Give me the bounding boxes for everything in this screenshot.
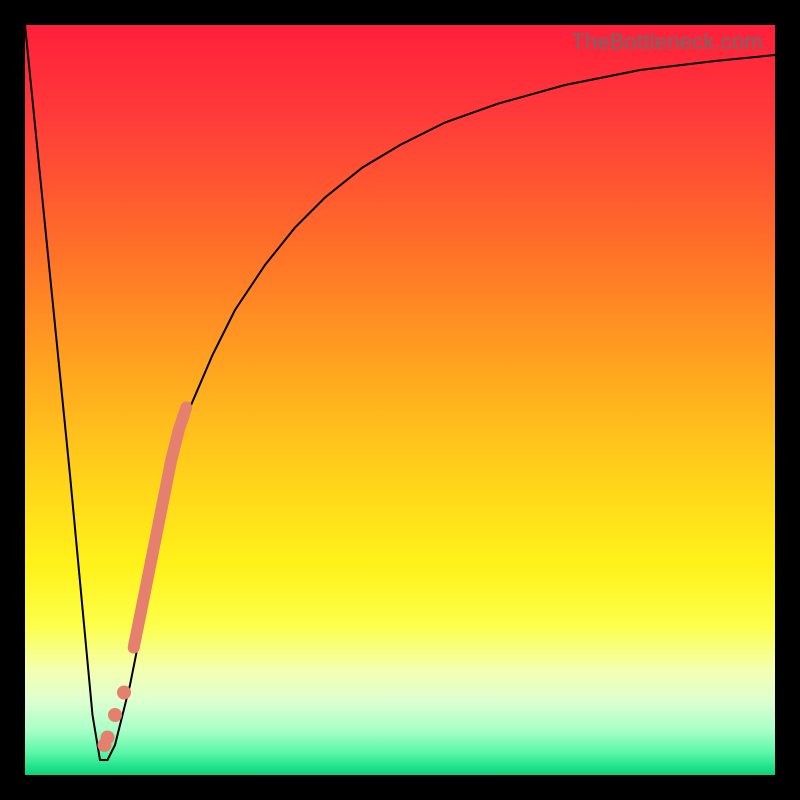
- highlight-dot: [98, 738, 112, 752]
- plot-area: TheBottleneck.com: [25, 25, 775, 775]
- highlight-dot: [117, 686, 131, 700]
- chart-svg: [25, 25, 775, 775]
- highlight-dots-group: [98, 686, 132, 753]
- chart-frame: TheBottleneck.com: [0, 0, 800, 800]
- highlight-band-path: [134, 408, 187, 648]
- highlight-dot: [108, 708, 122, 722]
